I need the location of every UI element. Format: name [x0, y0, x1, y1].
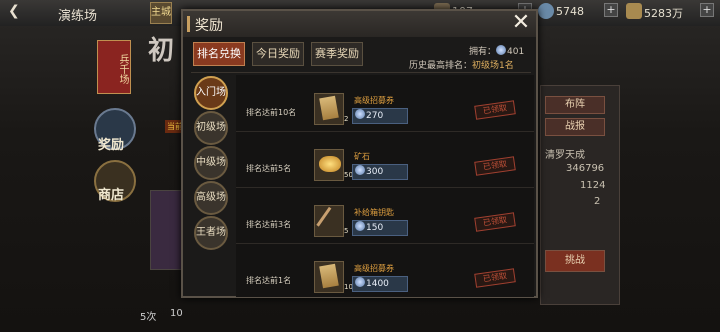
shop-label[interactable]: 商店 [98, 184, 124, 203]
reward-item[interactable] [314, 149, 344, 181]
resource-3-add-button[interactable]: + [700, 3, 714, 17]
battle-report-button[interactable]: 战报 [545, 118, 605, 136]
owned-value: 401 [507, 47, 525, 57]
league-junior[interactable]: 初级场 [194, 111, 228, 145]
ore-icon [319, 156, 341, 172]
reward-item[interactable] [314, 261, 344, 293]
owned-label: 拥有： [469, 47, 497, 57]
close-icon[interactable]: ✕ [509, 12, 533, 36]
league-entry[interactable]: 入门场 [194, 76, 228, 110]
right-text-1: 清罗天成 [545, 150, 585, 161]
row-divider [236, 131, 534, 132]
history-info: 历史最高排名：初级场1名 [409, 58, 514, 71]
coin-icon [538, 3, 554, 19]
right-text-2: 346796 [566, 163, 605, 174]
claimed-stamp: 已领取 [474, 268, 516, 288]
modal-title: 奖励 [195, 18, 223, 34]
claimed-stamp: 已领取 [474, 212, 516, 232]
item-name: 矿石 [354, 152, 370, 161]
key-icon [316, 206, 344, 236]
coin-icon [496, 45, 507, 55]
page-title: 演练场 [58, 9, 98, 24]
tab-daily-reward[interactable]: 今日奖励 [252, 42, 304, 66]
ticket-icon [319, 95, 339, 121]
arena-title: 初 [148, 36, 175, 66]
item-name: 高级招募券 [354, 264, 394, 273]
right-text-4: 2 [594, 196, 601, 207]
row-divider [236, 243, 534, 244]
coin-icon [355, 277, 365, 287]
price-value: 150 [366, 223, 384, 233]
rank-requirement: 排名达前3名 [246, 220, 292, 229]
row-divider [236, 187, 534, 188]
tab-season-reward[interactable]: 赛季奖励 [311, 42, 363, 66]
history-value: 初级场1名 [472, 61, 514, 71]
reward-label[interactable]: 奖励 [98, 134, 124, 153]
right-text-3: 1124 [580, 180, 606, 191]
league-senior[interactable]: 高级场 [194, 181, 228, 215]
formation-button[interactable]: 布阵 [545, 96, 605, 114]
league-intermediate[interactable]: 中级场 [194, 146, 228, 180]
rank-requirement: 排名达前1名 [246, 276, 292, 285]
price-value: 270 [366, 111, 384, 121]
bg-card [150, 190, 182, 270]
bottom-count-2: 10 [170, 308, 183, 319]
coin-icon [355, 221, 365, 231]
price-value: 300 [366, 167, 384, 177]
reward-item[interactable] [314, 93, 344, 125]
resource-2-value: 5748 [556, 5, 584, 18]
reward-list: 排名达前10名 2 高级招募券 270 已领取 排名达前5名 500 矿石 30… [236, 75, 534, 297]
owned-info: 拥有： 401 [469, 44, 524, 57]
item-name: 补给箱钥匙 [354, 208, 394, 217]
league-king[interactable]: 王者场 [194, 216, 228, 250]
history-label: 历史最高排名： [409, 61, 473, 71]
reward-modal: 奖励 ✕ 排名兑换 今日奖励 赛季奖励 拥有： 401 历史最高排名：初级场1名 … [181, 9, 538, 298]
coin-icon [355, 165, 365, 175]
home-button[interactable]: 主城 [150, 2, 172, 24]
rank-requirement: 排名达前10名 [246, 108, 297, 117]
item-name: 高级招募券 [354, 96, 394, 105]
arena-banner: 兵千场 [97, 40, 131, 94]
tab-rank-exchange[interactable]: 排名兑换 [193, 42, 245, 66]
price-value: 1400 [366, 279, 389, 289]
resource-2-add-button[interactable]: + [604, 3, 618, 17]
challenge-button[interactable]: 挑战 [545, 250, 605, 272]
ticket-icon [319, 263, 339, 289]
price-field: 300 [352, 164, 408, 180]
divider [191, 72, 531, 73]
gold-icon [626, 3, 642, 19]
price-field: 1400 [352, 276, 408, 292]
back-button[interactable]: ❮ [8, 3, 20, 19]
title-mark [187, 16, 190, 32]
bottom-count-1: 5次 [140, 312, 157, 323]
rank-requirement: 排名达前5名 [246, 164, 292, 173]
claimed-stamp: 已领取 [474, 156, 516, 176]
resource-3-value: 5283万 [644, 7, 683, 20]
price-field: 270 [352, 108, 408, 124]
claimed-stamp: 已领取 [474, 100, 516, 120]
modal-header: 奖励 ✕ [183, 11, 536, 37]
price-field: 150 [352, 220, 408, 236]
reward-item[interactable] [314, 205, 344, 237]
coin-icon [355, 109, 365, 119]
